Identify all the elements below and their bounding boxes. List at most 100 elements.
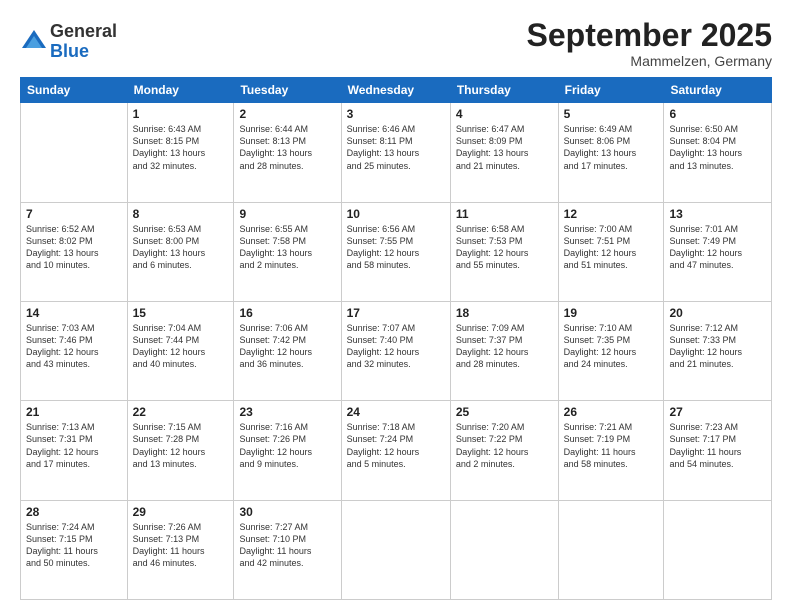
day-number: 19	[564, 306, 659, 320]
calendar-cell: 19 Sunrise: 7:10 AMSunset: 7:35 PMDayligh…	[558, 301, 664, 400]
day-number: 2	[239, 107, 335, 121]
calendar-cell: 30 Sunrise: 7:27 AMSunset: 7:10 PMDayligh…	[234, 500, 341, 599]
day-info: Sunrise: 7:04 AMSunset: 7:44 PMDaylight:…	[133, 322, 229, 371]
day-number: 10	[347, 207, 445, 221]
col-tuesday: Tuesday	[234, 78, 341, 103]
calendar-cell: 24 Sunrise: 7:18 AMSunset: 7:24 PMDayligh…	[341, 401, 450, 500]
day-number: 6	[669, 107, 766, 121]
header: General Blue September 2025 Mammelzen, G…	[20, 18, 772, 69]
day-number: 14	[26, 306, 122, 320]
col-friday: Friday	[558, 78, 664, 103]
day-number: 16	[239, 306, 335, 320]
calendar-cell	[558, 500, 664, 599]
calendar-cell	[450, 500, 558, 599]
calendar-cell: 28 Sunrise: 7:24 AMSunset: 7:15 PMDayligh…	[21, 500, 128, 599]
calendar-cell: 8Sunrise: 6:53 AMSunset: 8:00 PMDaylight…	[127, 202, 234, 301]
day-info: Sunrise: 7:18 AMSunset: 7:24 PMDaylight:…	[347, 421, 445, 470]
day-number: 5	[564, 107, 659, 121]
day-info: Sunrise: 7:00 AMSunset: 7:51 PMDaylight:…	[564, 223, 659, 272]
day-number: 7	[26, 207, 122, 221]
day-number: 22	[133, 405, 229, 419]
day-info: Sunrise: 7:03 AMSunset: 7:46 PMDaylight:…	[26, 322, 122, 371]
day-info: Sunrise: 7:13 AMSunset: 7:31 PMDaylight:…	[26, 421, 122, 470]
day-info: Sunrise: 7:26 AMSunset: 7:13 PMDaylight:…	[133, 521, 229, 570]
day-info: Sunrise: 7:10 AMSunset: 7:35 PMDaylight:…	[564, 322, 659, 371]
day-info: Sunrise: 6:47 AMSunset: 8:09 PMDaylight:…	[456, 123, 553, 172]
logo-general: General	[50, 22, 117, 42]
day-info: Sunrise: 7:23 AMSunset: 7:17 PMDaylight:…	[669, 421, 766, 470]
calendar-cell: 11Sunrise: 6:58 AMSunset: 7:53 PMDayligh…	[450, 202, 558, 301]
calendar-cell: 12 Sunrise: 7:00 AMSunset: 7:51 PMDayligh…	[558, 202, 664, 301]
day-info: Sunrise: 7:01 AMSunset: 7:49 PMDaylight:…	[669, 223, 766, 272]
calendar-cell	[341, 500, 450, 599]
day-info: Sunrise: 7:20 AMSunset: 7:22 PMDaylight:…	[456, 421, 553, 470]
week-row-2: 7Sunrise: 6:52 AMSunset: 8:02 PMDaylight…	[21, 202, 772, 301]
week-row-4: 21 Sunrise: 7:13 AMSunset: 7:31 PMDayligh…	[21, 401, 772, 500]
day-info: Sunrise: 6:56 AMSunset: 7:55 PMDaylight:…	[347, 223, 445, 272]
calendar-cell: 5 Sunrise: 6:49 AMSunset: 8:06 PMDaylight…	[558, 103, 664, 202]
day-info: Sunrise: 7:15 AMSunset: 7:28 PMDaylight:…	[133, 421, 229, 470]
day-number: 27	[669, 405, 766, 419]
day-info: Sunrise: 7:07 AMSunset: 7:40 PMDaylight:…	[347, 322, 445, 371]
calendar-cell: 27 Sunrise: 7:23 AMSunset: 7:17 PMDayligh…	[664, 401, 772, 500]
col-thursday: Thursday	[450, 78, 558, 103]
day-number: 18	[456, 306, 553, 320]
day-number: 28	[26, 505, 122, 519]
logo: General Blue	[20, 22, 117, 62]
week-row-1: 1Sunrise: 6:43 AMSunset: 8:15 PMDaylight…	[21, 103, 772, 202]
calendar-cell: 14 Sunrise: 7:03 AMSunset: 7:46 PMDayligh…	[21, 301, 128, 400]
week-row-3: 14 Sunrise: 7:03 AMSunset: 7:46 PMDayligh…	[21, 301, 772, 400]
subtitle: Mammelzen, Germany	[527, 53, 772, 69]
calendar-header: Sunday Monday Tuesday Wednesday Thursday…	[21, 78, 772, 103]
calendar-cell	[664, 500, 772, 599]
logo-text: General Blue	[50, 22, 117, 62]
day-info: Sunrise: 6:55 AMSunset: 7:58 PMDaylight:…	[239, 223, 335, 272]
day-info: Sunrise: 6:49 AMSunset: 8:06 PMDaylight:…	[564, 123, 659, 172]
calendar-cell: 4Sunrise: 6:47 AMSunset: 8:09 PMDaylight…	[450, 103, 558, 202]
calendar-cell: 16 Sunrise: 7:06 AMSunset: 7:42 PMDayligh…	[234, 301, 341, 400]
day-number: 21	[26, 405, 122, 419]
day-number: 24	[347, 405, 445, 419]
day-number: 29	[133, 505, 229, 519]
calendar-cell: 23 Sunrise: 7:16 AMSunset: 7:26 PMDayligh…	[234, 401, 341, 500]
day-info: Sunrise: 6:58 AMSunset: 7:53 PMDaylight:…	[456, 223, 553, 272]
day-number: 15	[133, 306, 229, 320]
calendar-cell: 22 Sunrise: 7:15 AMSunset: 7:28 PMDayligh…	[127, 401, 234, 500]
day-info: Sunrise: 6:46 AMSunset: 8:11 PMDaylight:…	[347, 123, 445, 172]
col-monday: Monday	[127, 78, 234, 103]
calendar-cell: 6 Sunrise: 6:50 AMSunset: 8:04 PMDaylight…	[664, 103, 772, 202]
day-info: Sunrise: 6:50 AMSunset: 8:04 PMDaylight:…	[669, 123, 766, 172]
col-sunday: Sunday	[21, 78, 128, 103]
calendar-cell: 17Sunrise: 7:07 AMSunset: 7:40 PMDayligh…	[341, 301, 450, 400]
col-saturday: Saturday	[664, 78, 772, 103]
day-info: Sunrise: 7:24 AMSunset: 7:15 PMDaylight:…	[26, 521, 122, 570]
day-number: 13	[669, 207, 766, 221]
day-info: Sunrise: 7:12 AMSunset: 7:33 PMDaylight:…	[669, 322, 766, 371]
day-number: 8	[133, 207, 229, 221]
calendar-cell: 13 Sunrise: 7:01 AMSunset: 7:49 PMDayligh…	[664, 202, 772, 301]
day-number: 12	[564, 207, 659, 221]
day-number: 23	[239, 405, 335, 419]
col-wednesday: Wednesday	[341, 78, 450, 103]
calendar-cell: 20 Sunrise: 7:12 AMSunset: 7:33 PMDayligh…	[664, 301, 772, 400]
day-info: Sunrise: 7:27 AMSunset: 7:10 PMDaylight:…	[239, 521, 335, 570]
day-info: Sunrise: 7:06 AMSunset: 7:42 PMDaylight:…	[239, 322, 335, 371]
day-info: Sunrise: 7:09 AMSunset: 7:37 PMDaylight:…	[456, 322, 553, 371]
calendar-cell: 2 Sunrise: 6:44 AMSunset: 8:13 PMDaylight…	[234, 103, 341, 202]
day-info: Sunrise: 6:44 AMSunset: 8:13 PMDaylight:…	[239, 123, 335, 172]
calendar-cell: 15 Sunrise: 7:04 AMSunset: 7:44 PMDayligh…	[127, 301, 234, 400]
month-title: September 2025	[527, 18, 772, 53]
logo-blue: Blue	[50, 42, 117, 62]
day-info: Sunrise: 6:43 AMSunset: 8:15 PMDaylight:…	[133, 123, 229, 172]
day-number: 30	[239, 505, 335, 519]
page: General Blue September 2025 Mammelzen, G…	[0, 0, 792, 612]
day-number: 20	[669, 306, 766, 320]
header-row: Sunday Monday Tuesday Wednesday Thursday…	[21, 78, 772, 103]
calendar-cell: 1Sunrise: 6:43 AMSunset: 8:15 PMDaylight…	[127, 103, 234, 202]
day-info: Sunrise: 7:16 AMSunset: 7:26 PMDaylight:…	[239, 421, 335, 470]
logo-icon	[20, 28, 48, 56]
calendar-table: Sunday Monday Tuesday Wednesday Thursday…	[20, 77, 772, 600]
title-block: September 2025 Mammelzen, Germany	[527, 18, 772, 69]
calendar-cell	[21, 103, 128, 202]
calendar-cell: 26Sunrise: 7:21 AMSunset: 7:19 PMDayligh…	[558, 401, 664, 500]
